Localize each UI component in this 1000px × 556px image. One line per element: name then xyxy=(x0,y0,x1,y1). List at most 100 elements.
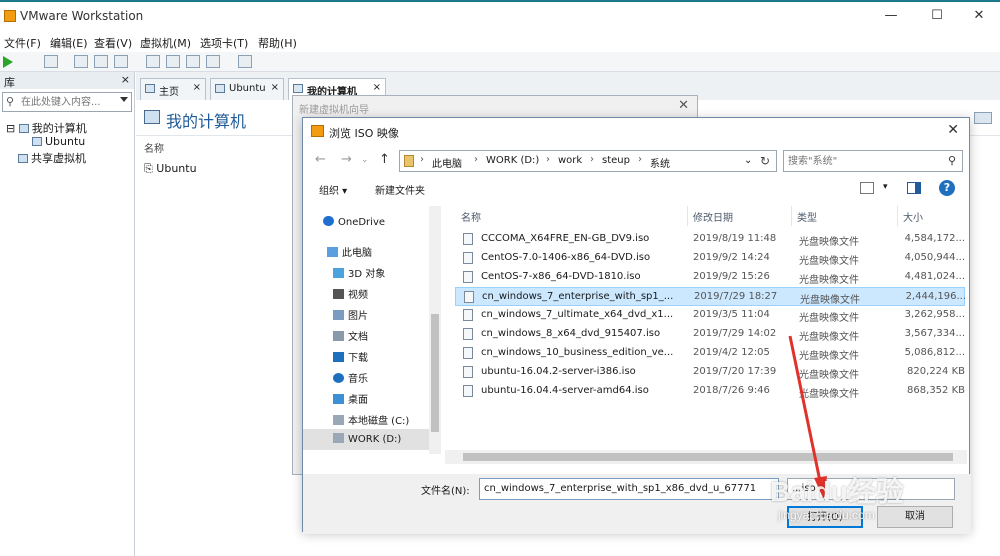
nav-local-disk-c[interactable]: 本地磁盘 (C:) xyxy=(303,408,429,429)
nav-work-d[interactable]: WORK (D:) xyxy=(303,429,429,450)
unity-icon[interactable] xyxy=(206,55,220,68)
nav-music[interactable]: 音乐 xyxy=(303,366,429,387)
chevron-down-icon[interactable]: ▾ xyxy=(883,182,888,192)
navigation-scrollbar[interactable] xyxy=(429,206,441,454)
nav-downloads[interactable]: 下载 xyxy=(303,345,429,366)
chevron-down-icon[interactable]: ⌄ xyxy=(361,155,369,165)
refresh-icon[interactable]: ↻ xyxy=(760,154,770,168)
thumbnail-icon[interactable] xyxy=(238,55,252,68)
file-row[interactable]: cn_windows_7_enterprise_with_sp1_... 2019… xyxy=(455,287,965,306)
tab-home[interactable]: 主页 × xyxy=(140,78,206,100)
file-row[interactable]: cn_windows_8_x64_dvd_915407.iso 2019/7/29… xyxy=(455,325,965,344)
file-row[interactable]: cn_windows_10_business_edition_ve... 2019… xyxy=(455,344,965,363)
tree-item-ubuntu[interactable]: Ubuntu xyxy=(32,135,85,148)
scrollbar-thumb[interactable] xyxy=(431,314,439,432)
library-view-icon[interactable] xyxy=(146,55,160,68)
vmware-logo-icon xyxy=(311,125,324,137)
tree-item-my-computer[interactable]: ⊟ 我的计算机 xyxy=(6,120,87,136)
nav-network[interactable]: 网络 xyxy=(303,450,429,454)
iso-file-icon xyxy=(463,271,473,283)
close-icon[interactable]: × xyxy=(271,82,279,93)
chevron-down-icon[interactable] xyxy=(120,97,128,102)
close-icon[interactable]: ✕ xyxy=(947,122,959,138)
suspend-icon[interactable] xyxy=(44,55,58,68)
library-search[interactable]: ⚲ xyxy=(2,92,132,112)
file-type: 光盘映像文件 xyxy=(799,351,859,362)
dialog-search[interactable]: ⚲ xyxy=(783,150,963,172)
menu-edit[interactable]: 编辑(E) xyxy=(50,35,88,51)
maximize-button[interactable]: ☐ xyxy=(928,8,946,24)
nav-pictures[interactable]: 图片 xyxy=(303,303,429,324)
column-header-date[interactable]: 修改日期 xyxy=(693,209,733,224)
breadcrumb-steup[interactable]: steup xyxy=(602,155,630,166)
breadcrumb-work[interactable]: work xyxy=(558,155,582,166)
file-type: 光盘映像文件 xyxy=(799,332,859,343)
close-icon[interactable]: ✕ xyxy=(678,98,689,113)
file-size: 3,262,958... xyxy=(904,309,965,320)
file-row[interactable]: CCCOMA_X64FRE_EN-GB_DV9.iso 2019/8/19 11:… xyxy=(455,230,965,249)
file-type: 光盘映像文件 xyxy=(799,313,859,324)
back-icon[interactable]: ← xyxy=(315,152,326,167)
nav-documents[interactable]: 文档 xyxy=(303,324,429,345)
nav-this-pc[interactable]: 此电脑 xyxy=(303,240,429,261)
preview-pane-icon[interactable] xyxy=(907,182,921,194)
play-icon[interactable] xyxy=(3,56,13,68)
file-row[interactable]: CentOS-7.0-1406-x86_64-DVD.iso 2019/9/2 1… xyxy=(455,249,965,268)
console-view-icon[interactable] xyxy=(166,55,180,68)
nav-onedrive[interactable]: OneDrive xyxy=(303,212,429,233)
library-panel: 库 × ⚲ ⊟ 我的计算机 Ubuntu 共享虚拟机 xyxy=(0,72,135,556)
column-header-name[interactable]: 名称 xyxy=(461,209,481,224)
close-button[interactable]: ✕ xyxy=(970,8,988,24)
close-icon[interactable]: × xyxy=(373,82,381,93)
new-folder-button[interactable]: 新建文件夹 xyxy=(375,182,425,197)
manage-snapshots-icon[interactable] xyxy=(114,55,128,68)
drive-icon xyxy=(333,415,344,425)
column-header-size[interactable]: 大小 xyxy=(903,209,923,224)
close-icon[interactable]: × xyxy=(193,82,201,93)
breadcrumb-drive[interactable]: WORK (D:) xyxy=(486,155,539,166)
tree-item-shared-vms[interactable]: 共享虚拟机 xyxy=(18,150,86,166)
column-header-name[interactable]: 名称 xyxy=(144,140,164,155)
breadcrumb-this-pc[interactable]: 此电脑 xyxy=(432,155,462,170)
minimize-button[interactable]: — xyxy=(882,8,900,24)
tab-ubuntu[interactable]: Ubuntu × xyxy=(210,78,284,100)
nav-3d-objects[interactable]: 3D 对象 xyxy=(303,261,429,282)
library-search-input[interactable] xyxy=(21,94,117,110)
column-header-type[interactable]: 类型 xyxy=(797,209,817,224)
menu-view[interactable]: 查看(V) xyxy=(94,35,132,51)
view-options-icon[interactable] xyxy=(974,112,992,124)
filename-input[interactable]: cn_windows_7_enterprise_with_sp1_x86_dvd… xyxy=(479,478,779,500)
fullscreen-icon[interactable] xyxy=(186,55,200,68)
vm-icon xyxy=(32,137,42,146)
chevron-down-icon[interactable]: ⌄ xyxy=(744,155,752,166)
revert-icon[interactable] xyxy=(94,55,108,68)
menu-vm[interactable]: 虚拟机(M) xyxy=(140,35,191,51)
forward-icon[interactable]: → xyxy=(341,152,352,167)
file-date: 2019/7/29 18:27 xyxy=(694,291,778,302)
menu-tabs[interactable]: 选项卡(T) xyxy=(200,35,248,51)
horizontal-scrollbar[interactable] xyxy=(445,450,967,464)
iso-file-icon xyxy=(463,385,473,397)
address-bar[interactable]: › 此电脑 › WORK (D:) › work › steup › 系统 ⌄ … xyxy=(399,150,777,172)
breadcrumb-system[interactable]: 系统 xyxy=(650,155,670,170)
file-row[interactable]: ubuntu-16.04.2-server-i386.iso 2019/7/20 … xyxy=(455,363,965,382)
view-mode-icon[interactable] xyxy=(860,182,874,194)
close-icon[interactable]: × xyxy=(121,73,130,86)
nav-desktop[interactable]: 桌面 xyxy=(303,387,429,408)
file-row[interactable]: CentOS-7-x86_64-DVD-1810.iso 2019/9/2 15:… xyxy=(455,268,965,287)
scrollbar-thumb[interactable] xyxy=(463,453,953,461)
menu-help[interactable]: 帮助(H) xyxy=(258,35,297,51)
nav-videos[interactable]: 视频 xyxy=(303,282,429,303)
up-icon[interactable]: ↑ xyxy=(379,152,390,167)
file-row[interactable]: cn_windows_7_ultimate_x64_dvd_x1... 2019/… xyxy=(455,306,965,325)
vm-list-item[interactable]: ⎘ Ubuntu xyxy=(144,162,197,176)
library-title: 库 xyxy=(4,76,15,89)
menu-file[interactable]: 文件(F) xyxy=(4,35,41,51)
file-date: 2019/7/20 17:39 xyxy=(693,366,777,377)
dialog-search-input[interactable] xyxy=(788,153,938,169)
snapshot-icon[interactable] xyxy=(74,55,88,68)
file-row[interactable]: ubuntu-16.04.4-server-amd64.iso 2018/7/26… xyxy=(455,382,965,401)
organize-button[interactable]: 组织 ▾ xyxy=(319,182,347,197)
help-icon[interactable]: ? xyxy=(939,180,955,196)
navigation-pane: OneDrive 此电脑 3D 对象 视频 图片 文档 下载 音乐 桌面 本地磁… xyxy=(303,206,441,454)
